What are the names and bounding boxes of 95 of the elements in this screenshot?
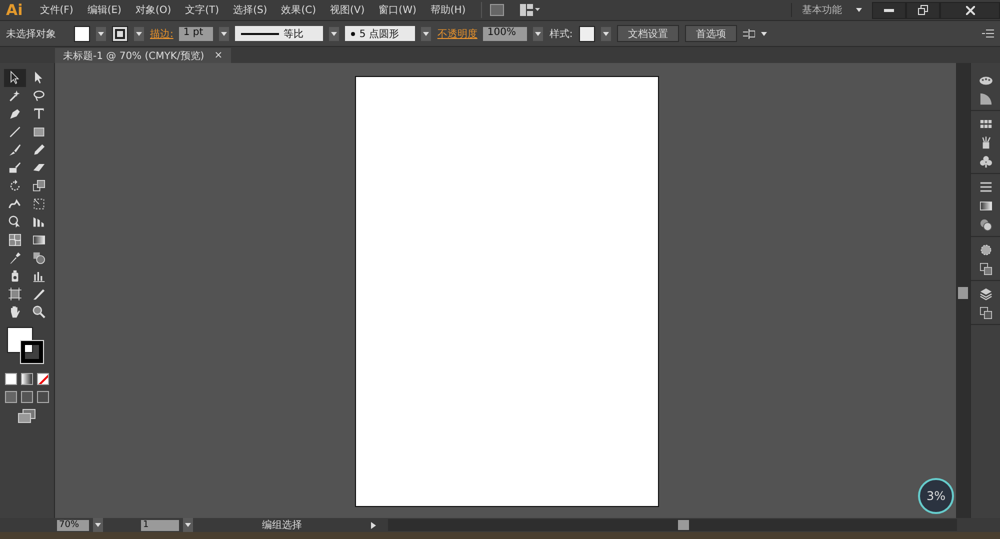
caret-icon (331, 32, 338, 36)
gradient-mode-button[interactable] (21, 373, 33, 385)
artboards-icon[interactable] (978, 305, 994, 321)
stroke-line-icon (241, 32, 280, 34)
stroke-link[interactable]: 描边: (150, 26, 174, 40)
scroll-thumb[interactable] (958, 287, 968, 299)
line-icon (7, 124, 23, 140)
caret-icon (136, 32, 142, 36)
brush-icon (7, 142, 23, 158)
caret-icon (856, 8, 862, 12)
menu-item[interactable]: 视图(V) (323, 3, 372, 17)
dropdown-button[interactable] (421, 26, 432, 40)
dropdown-button[interactable] (329, 26, 340, 40)
caret-icon (535, 32, 542, 36)
transparency-icon[interactable] (978, 217, 994, 233)
symbols-icon[interactable] (978, 154, 994, 170)
restore-button[interactable] (906, 2, 940, 18)
dropdown-button[interactable] (134, 26, 144, 40)
mesh-icon (7, 232, 23, 248)
layers-icon[interactable] (978, 286, 994, 302)
zoom-icon (31, 304, 47, 320)
screen-mode-icon[interactable] (18, 409, 36, 423)
color-mode-button[interactable] (5, 373, 17, 385)
minimize-icon (884, 8, 894, 12)
free-transform-icon (31, 196, 47, 212)
close-tab-button[interactable]: × (214, 50, 223, 61)
caret-icon (423, 32, 430, 36)
scale-icon (31, 178, 47, 194)
pencil-icon (31, 142, 47, 158)
monitor-widget: 3% (918, 478, 954, 514)
menu-item[interactable]: 效果(C) (274, 3, 324, 17)
status-text: 编组选择 (261, 518, 303, 532)
selection-status: 未选择对象 (6, 28, 57, 40)
graphic-styles-icon[interactable] (978, 261, 994, 277)
brush-dropdown[interactable]: 5 点圆形 (345, 26, 416, 41)
stroke-profile-dropdown[interactable]: 等比 (235, 26, 324, 41)
workspace-switcher[interactable]: 基本功能 (791, 3, 856, 17)
close-icon (966, 6, 974, 14)
caret-icon (98, 32, 104, 36)
type-icon (31, 106, 47, 122)
draw-mode-button[interactable] (5, 391, 17, 403)
page-field[interactable]: 1 (141, 520, 179, 530)
blend-icon (31, 250, 47, 266)
blob-brush-icon (7, 160, 23, 176)
restore-icon (918, 5, 928, 15)
stroke-swatch[interactable] (112, 26, 128, 42)
draw-mode-button[interactable] (21, 391, 33, 403)
tool-button[interactable] (4, 69, 26, 87)
draw-mode-button[interactable] (37, 391, 49, 403)
align-icon[interactable] (742, 28, 755, 38)
toolbar-button[interactable]: 首选项 (684, 25, 737, 42)
artboard-icon (7, 286, 23, 302)
dropdown-button[interactable] (533, 26, 544, 40)
horizontal-scrollbar[interactable] (388, 519, 957, 531)
dot-icon (351, 32, 356, 36)
lasso-icon (31, 88, 47, 104)
scroll-thumb[interactable] (678, 520, 689, 530)
caret-icon (95, 523, 101, 527)
shape-builder-icon (7, 214, 23, 230)
menu-item[interactable]: 文字(T) (178, 3, 226, 17)
layout-icon[interactable] (520, 4, 540, 16)
menu-item[interactable]: 帮助(H) (423, 3, 473, 17)
stroke-icon[interactable] (978, 179, 994, 195)
style-label: 样式: (549, 28, 573, 40)
opacity-link[interactable]: 不透明度 (437, 26, 478, 40)
opacity-field[interactable]: 100% (483, 26, 528, 40)
stroke-color-box[interactable] (21, 341, 43, 363)
menu-item[interactable]: 选择(S) (226, 3, 274, 17)
close-button[interactable] (940, 2, 1000, 18)
bridge-icon[interactable] (490, 4, 504, 16)
zoom-field[interactable]: 70% (57, 520, 89, 530)
menu-item[interactable]: 编辑(E) (80, 3, 128, 17)
style-swatch[interactable] (578, 26, 595, 42)
menu-icon[interactable] (982, 29, 994, 38)
dropdown-button[interactable] (219, 26, 230, 40)
fill-swatch[interactable] (74, 26, 90, 42)
dropdown-button[interactable] (96, 26, 106, 40)
dropdown-button[interactable] (93, 518, 103, 532)
menu-item[interactable]: 文件(F) (32, 3, 80, 17)
caret-icon (760, 32, 767, 36)
none-mode-button[interactable] (37, 373, 49, 385)
vertical-scrollbar[interactable] (956, 63, 970, 518)
toolbar-button[interactable]: 文档设置 (616, 25, 679, 42)
minimize-button[interactable] (872, 2, 906, 18)
document-tab[interactable]: 未标题-1 @ 70% (CMYK/预览) × (55, 48, 231, 63)
play-icon[interactable] (371, 522, 376, 528)
caret-icon (185, 523, 191, 527)
caret-icon (221, 32, 228, 36)
caret-icon (602, 32, 609, 36)
menu-item[interactable]: 对象(O) (128, 3, 178, 17)
menu-item[interactable]: 窗口(W) (372, 3, 424, 17)
stroke-weight-field[interactable]: 1 pt (179, 26, 214, 40)
dropdown-button[interactable] (600, 26, 611, 40)
dropdown-button[interactable] (183, 518, 193, 532)
app-logo: Ai (5, 1, 24, 19)
